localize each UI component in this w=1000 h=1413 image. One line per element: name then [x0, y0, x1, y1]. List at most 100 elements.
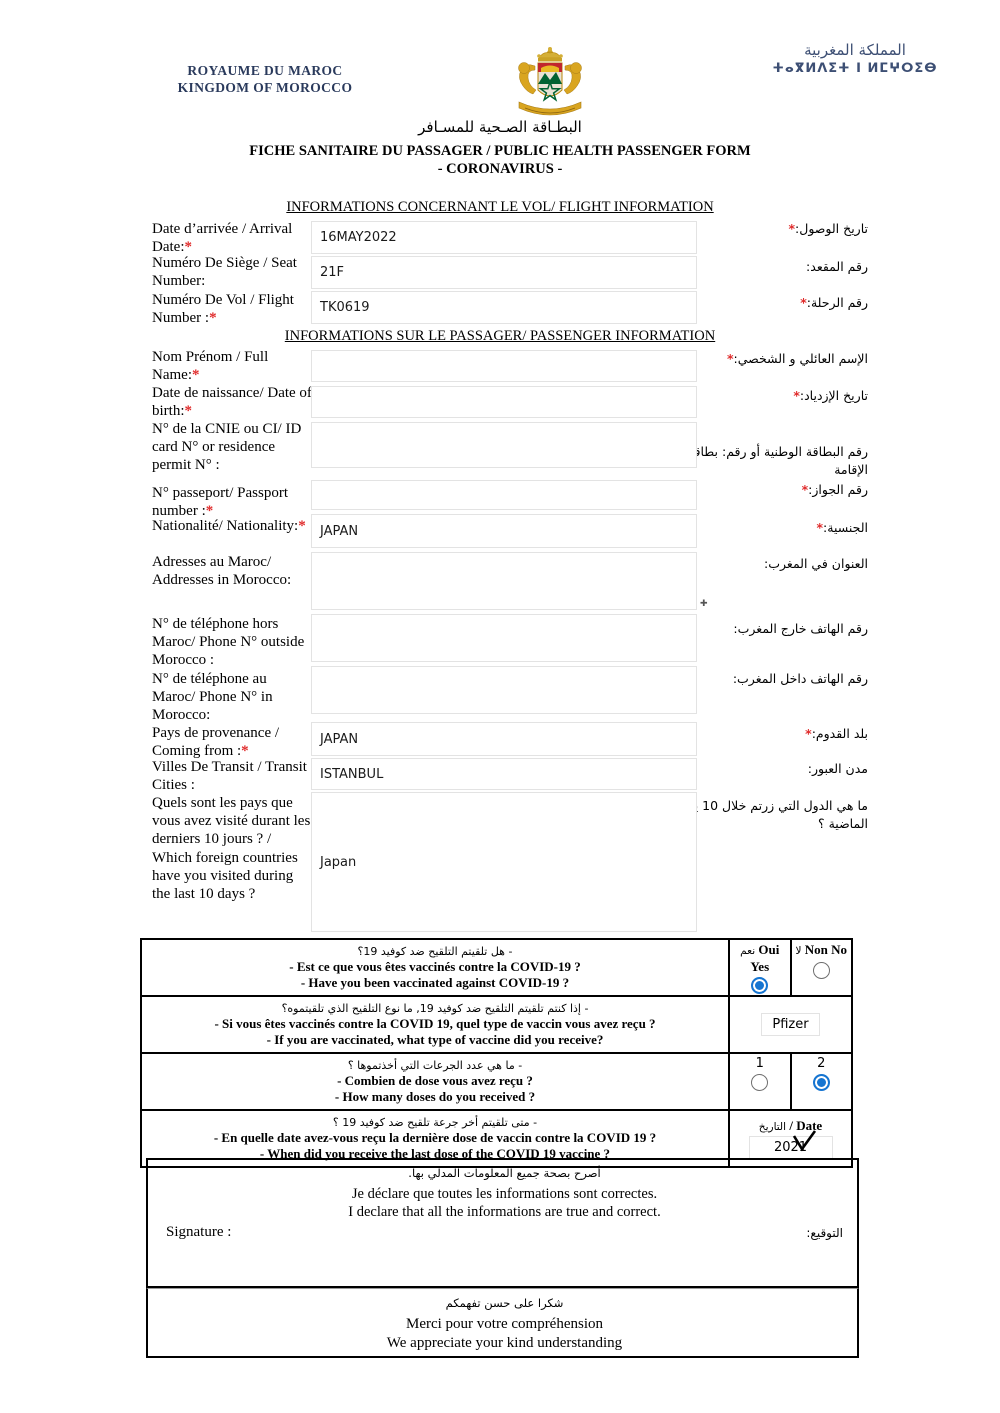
- form-title-main: FICHE SANITAIRE DU PASSAGER / PUBLIC HEA…: [249, 143, 751, 159]
- flight-label-text-2: Numéro De Vol / Flight Number :: [152, 292, 294, 327]
- q4-french: - En quelle date avez-vous reçu la derni…: [213, 1130, 657, 1145]
- vaccination-q1-row: - هل تلقيتم التلقيح ضد كوفيد 19؟ - Est c…: [142, 940, 851, 997]
- passenger-label-text-10: Quels sont les pays que vous avez visité…: [152, 795, 311, 903]
- form-title: FICHE SANITAIRE DU PASSAGER / PUBLIC HEA…: [0, 142, 1000, 178]
- signature-label: Signature :: [166, 1224, 232, 1240]
- passenger-input-5[interactable]: [311, 552, 697, 610]
- last-dose-date-box[interactable]: 2021: [748, 1130, 833, 1159]
- passenger-label-text-6: N° de téléphone hors Maroc/ Phone N° out…: [152, 616, 305, 669]
- q4-arabic: - متى تلقيتم أخر جرعة تلقيح ضد كوفيد 19 …: [332, 1116, 538, 1129]
- vaccination-q1-text: - هل تلقيتم التلقيح ضد كوفيد 19؟ - Est c…: [142, 940, 730, 995]
- q1-english: - Have you been vaccinated against COVID…: [300, 974, 570, 990]
- yes-label-line1: نعم Oui: [740, 942, 779, 959]
- vaccine-type-input[interactable]: Pfizer: [761, 1013, 820, 1036]
- kingdom-arabic: المملكة المغربية: [804, 41, 906, 59]
- radio-no[interactable]: [812, 962, 830, 979]
- kingdom-tifinagh: ⵜⴰⴳⵍⴷⵉⵜ ⵏ ⵍⵎⵖⵔⵉⴱ: [772, 61, 938, 76]
- kingdom-ar-tifinagh: المملكة المغربية ⵜⴰⴳⵍⴷⵉⵜ ⵏ ⵍⵎⵖⵔⵉⴱ: [760, 40, 950, 77]
- passenger-label-text-5: Adresses au Maroc/ Addresses in Morocco:: [152, 554, 292, 589]
- passenger-label-arabic-text-6: رقم الهاتف خارج المغرب:: [733, 621, 868, 636]
- vaccination-q1-answers: نعم Oui Yes لا Non No: [730, 940, 851, 995]
- dose-option-2[interactable]: 2: [789, 1054, 852, 1109]
- vaccination-q2-text: - إذا كنتم تلقيتم التلقيح ضد كوفيد 19, م…: [142, 997, 730, 1052]
- passenger-label-arabic-text-1: تاريخ الإزدياد:: [799, 388, 868, 403]
- radio-dose-1[interactable]: [751, 1074, 769, 1091]
- checkmark-cursor-icon: [792, 1130, 816, 1152]
- flight-label-arabic-2: رقم الرحلة:*: [668, 294, 868, 312]
- thanks-english: We appreciate your kind understanding: [386, 1335, 623, 1351]
- declaration-box: أصرح بصحة جميع المعلومات المدلي بها. Je …: [146, 1158, 859, 1288]
- passenger-label-2: N° de la CNIE ou CI/ ID card N° or resid…: [152, 420, 312, 475]
- vaccination-q3-text: - ما هي عدد الجرعات التي أخذتموها ؟ - Co…: [142, 1054, 730, 1109]
- q3-english: - How many doses do you received ?: [334, 1088, 536, 1104]
- passenger-input-9[interactable]: ISTANBUL: [311, 758, 697, 790]
- required-asterisk: *: [209, 310, 217, 327]
- passenger-input-6[interactable]: [311, 614, 697, 662]
- flight-label-text-0: Date d’arrivée / Arrival Date:: [152, 221, 293, 256]
- flight-input-1[interactable]: 21F: [311, 256, 697, 289]
- vaccination-option-yes[interactable]: نعم Oui Yes: [730, 940, 790, 995]
- kingdom-fr: ROYAUME DU MAROC: [187, 63, 343, 78]
- passenger-label-arabic-text-2: رقم البطاقة الوطنية أو رقم: بطاقة الإقام…: [687, 444, 868, 477]
- thanks-box: شكرا على حسن تفهمكم Merci pour votre com…: [146, 1288, 859, 1358]
- required-asterisk: *: [241, 743, 249, 760]
- flight-label-arabic-0: تاريخ الوصول:*: [668, 220, 869, 238]
- q3-french: - Combien de dose vous avez reçu ?: [337, 1073, 533, 1088]
- passenger-label-8: Pays de provenance / Coming from :*: [152, 724, 312, 760]
- passenger-label-arabic-2: رقم البطاقة الوطنية أو رقم: بطاقة الإقام…: [668, 443, 868, 479]
- morocco-coat-of-arms-emblem: [518, 47, 582, 116]
- vaccination-option-no[interactable]: لا Non No: [789, 940, 852, 995]
- section-passenger-information: INFORMATIONS SUR LE PASSAGER/ PASSENGER …: [284, 328, 716, 344]
- health-passenger-form-page: ROYAUME DU MAROC KINGDOM OF MOROCCO المم…: [0, 0, 1000, 1413]
- no-label-line1: لا Non No: [795, 942, 847, 959]
- flight-label-2: Numéro De Vol / Flight Number :*: [152, 291, 312, 327]
- passenger-input-2[interactable]: [311, 422, 697, 468]
- required-asterisk: *: [298, 518, 306, 534]
- vaccination-q2-row: - إذا كنتم تلقيتم التلقيح ضد كوفيد 19, م…: [142, 997, 851, 1054]
- passenger-label-arabic-4: الجنسية:*: [668, 519, 868, 537]
- flight-label-arabic-text-1: رقم المقعد:: [806, 259, 868, 274]
- radio-yes[interactable]: [751, 977, 769, 994]
- textarea-resize-handle[interactable]: ✚: [700, 600, 708, 609]
- passenger-input-4[interactable]: JAPAN: [311, 514, 697, 548]
- flight-label-text-1: Numéro De Siège / Seat Number:: [152, 255, 297, 290]
- passenger-label-text-7: N° de téléphone au Maroc/ Phone N° in Mo…: [152, 671, 273, 724]
- dose-option-1[interactable]: 1: [730, 1054, 790, 1109]
- form-title-arabic: البطـاقة الصـحية للمسـافر: [418, 118, 582, 136]
- vaccination-q3-answers: 1 2: [730, 1054, 851, 1109]
- flight-input-0[interactable]: 16MAY2022: [311, 221, 697, 254]
- passenger-input-0[interactable]: [311, 350, 697, 382]
- vaccination-q2-answer: Pfizer: [730, 997, 851, 1052]
- passenger-label-arabic-5: العنوان في المغرب:: [668, 555, 868, 573]
- passenger-input-8[interactable]: JAPAN: [311, 722, 697, 756]
- q3-arabic: - ما هي عدد الجرعات التي أخذتموها ؟: [347, 1059, 523, 1072]
- passenger-input-1[interactable]: [311, 386, 697, 418]
- required-asterisk: *: [184, 239, 192, 256]
- passenger-input-10[interactable]: Japan: [311, 792, 697, 932]
- radio-dose-2[interactable]: [812, 1074, 830, 1091]
- passenger-input-7[interactable]: [311, 666, 697, 714]
- form-title-sub: - CORONAVIRUS -: [437, 161, 563, 177]
- passenger-label-7: N° de téléphone au Maroc/ Phone N° in Mo…: [152, 670, 312, 725]
- passenger-label-text-3: N° passeport/ Passport number :: [152, 485, 288, 520]
- vaccination-table: - هل تلقيتم التلقيح ضد كوفيد 19؟ - Est c…: [140, 938, 853, 1168]
- passenger-label-arabic-text-3: رقم الجواز:: [808, 482, 868, 497]
- passenger-label-arabic-text-8: بلد القدوم:: [811, 726, 868, 741]
- required-asterisk: *: [184, 403, 193, 420]
- passenger-label-arabic-7: رقم الهاتف داخل المغرب:: [668, 670, 868, 688]
- passenger-label-arabic-10: ما هي الدول التي زرتم خلال 10 يوما الماض…: [668, 797, 868, 833]
- flight-input-2[interactable]: TK0619: [311, 291, 697, 324]
- passenger-label-arabic-0: الإسم العائلي و الشخصي:*: [668, 350, 868, 368]
- flight-label-1: Numéro De Siège / Seat Number:: [152, 254, 312, 290]
- declaration-english: I declare that all the informations are …: [348, 1204, 661, 1220]
- passenger-label-arabic-6: رقم الهاتف خارج المغرب:: [668, 620, 868, 638]
- declaration-french: Je déclare que toutes les informations s…: [351, 1186, 658, 1202]
- passenger-label-text-2: N° de la CNIE ou CI/ ID card N° or resid…: [152, 421, 302, 474]
- passenger-input-3[interactable]: [311, 480, 697, 510]
- q2-french: - Si vous êtes vaccinés contre la COVID …: [214, 1016, 656, 1031]
- passenger-label-6: N° de téléphone hors Maroc/ Phone N° out…: [152, 615, 312, 670]
- thanks-arabic: شكرا على حسن تفهمكم: [445, 1296, 564, 1310]
- kingdom-en: KINGDOM OF MOROCCO: [177, 80, 353, 95]
- passenger-label-arabic-text-4: الجنسية:: [823, 520, 868, 535]
- kingdom-of-morocco-text: ROYAUME DU MAROC KINGDOM OF MOROCCO: [150, 62, 380, 96]
